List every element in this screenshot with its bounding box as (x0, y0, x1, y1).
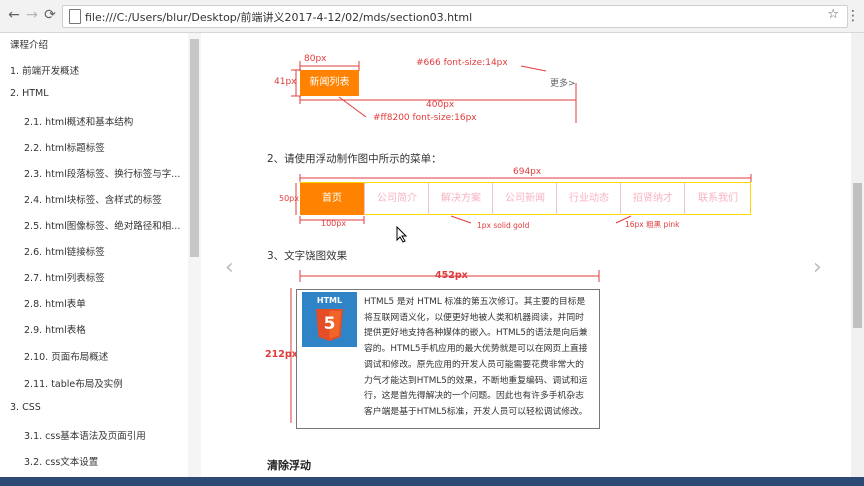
next-slide-icon[interactable]: › (813, 255, 822, 280)
toc-item[interactable]: 2.1. html概述和基本结构 (24, 114, 133, 128)
toc-item[interactable]: 2.10. 页面布局概述 (24, 349, 108, 363)
toc-item[interactable]: 1. 前端开发概述 (10, 63, 79, 77)
toc-item[interactable]: 2.9. html表格 (24, 322, 86, 336)
menu-item[interactable]: 解决方案 (428, 183, 493, 215)
page-icon (69, 9, 81, 24)
section3-title: 3、文字饶图效果 (267, 250, 348, 262)
html5-logo: HTML 5 (302, 292, 357, 347)
menu-item[interactable]: 公司简介 (364, 183, 429, 215)
back-icon[interactable]: ← (4, 5, 24, 25)
toc-item[interactable]: 3.1. css基本语法及页面引用 (24, 428, 146, 442)
reload-icon[interactable]: ⟳ (40, 5, 60, 25)
height-212-label: 212px (265, 349, 298, 360)
height-50-label: 50px (279, 194, 299, 203)
menu-item[interactable]: 行业动态 (556, 183, 621, 215)
style-note-666: #666 font-size:14px (416, 58, 508, 68)
menu-item[interactable]: 公司新闻 (492, 183, 557, 215)
toc-item[interactable]: 2.6. html链接标签 (24, 244, 105, 258)
sidebar-scroll-thumb[interactable] (190, 39, 199, 257)
page-scroll-thumb[interactable] (853, 183, 862, 328)
address-url[interactable]: file:///C:/Users/blur/Desktop/前端讲义2017-4… (85, 9, 472, 25)
html5-logo-number: 5 (323, 314, 336, 334)
prev-slide-icon[interactable]: ‹ (225, 255, 234, 280)
menu-item-home[interactable]: 首页 (300, 183, 364, 215)
main-content: 80px 41px 新闻列表 #666 font-size:14px 更多> 4… (201, 33, 851, 477)
section4-title: 清除浮动 (267, 459, 311, 472)
menu-item[interactable]: 联系我们 (684, 183, 751, 215)
star-icon[interactable]: ☆ (827, 7, 839, 22)
toc-item[interactable]: 2.3. html段落标签、换行标签与字... (24, 166, 180, 180)
html5-paragraph: HTML5 是对 HTML 标准的第五次修订。其主要的目标是将互联网语义化，以便… (364, 297, 588, 417)
page-scrollbar[interactable] (851, 33, 864, 477)
toc-item[interactable]: 2.7. html列表标签 (24, 270, 105, 284)
forward-icon[interactable]: → (22, 5, 42, 25)
toc-item[interactable]: 2.11. table布局及实例 (24, 376, 123, 390)
toc-item[interactable]: 3. CSS (10, 402, 41, 413)
toc-item[interactable]: 2.8. html表单 (24, 296, 86, 310)
pink-text-note: 16px 粗黑 pink (625, 220, 680, 229)
taskbar (0, 477, 864, 486)
toc-title[interactable]: 课程介绍 (10, 37, 48, 51)
width-400-label: 400px (426, 100, 455, 110)
section2-title: 2、请使用浮动制作图中所示的菜单： (267, 153, 442, 165)
width-452-label: 452px (435, 270, 468, 281)
browser-toolbar: ← → ⟳ file:///C:/Users/blur/Desktop/前端讲义… (0, 0, 864, 33)
toc-item[interactable]: 3.2. css文本设置 (24, 454, 98, 468)
menu-item[interactable]: 招贤纳才 (620, 183, 685, 215)
address-bar[interactable]: file:///C:/Users/blur/Desktop/前端讲义2017-4… (62, 5, 848, 28)
width-100-label: 100px (321, 219, 347, 228)
more-link[interactable]: 更多> (550, 76, 576, 89)
menu-dots-icon[interactable]: ⋮ (846, 6, 860, 26)
gold-border-note: 1px solid gold (477, 221, 530, 230)
toc-item[interactable]: 2. HTML (10, 88, 49, 99)
toc-item[interactable]: 2.2. html标题标签 (24, 140, 105, 154)
width-80-label: 80px (304, 54, 327, 64)
height-41-label: 41px (274, 77, 297, 87)
toc-item[interactable]: 2.4. html块标签、含样式的标签 (24, 192, 162, 206)
html5-logo-text: HTML (316, 296, 343, 305)
toc-sidebar: 课程介绍 1. 前端开发概述 2. HTML 2.1. html概述和基本结构 … (0, 33, 201, 477)
style-note-ff8200: #ff8200 font-size:16px (373, 113, 477, 123)
width-694-label: 694px (513, 167, 542, 177)
mouse-cursor-icon (396, 226, 408, 243)
toc-item[interactable]: 2.5. html图像标签、绝对路径和相... (24, 218, 180, 232)
news-list-box: 新闻列表 (300, 70, 359, 96)
